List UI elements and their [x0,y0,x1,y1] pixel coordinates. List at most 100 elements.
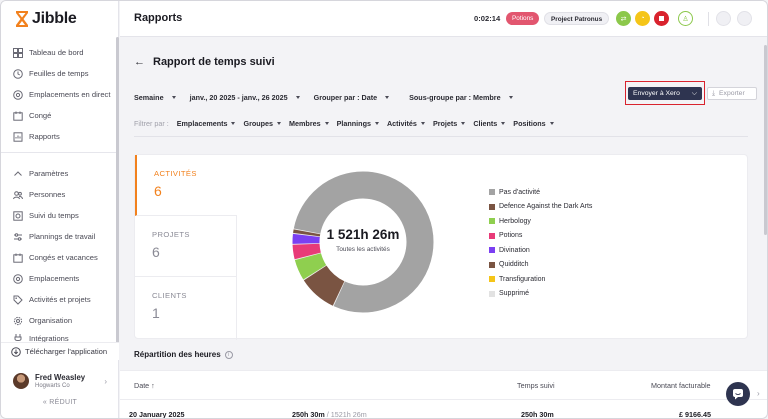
filter-members[interactable]: Membres [289,119,329,128]
tab-activities[interactable]: ACTIVITÉS 6 [135,155,237,216]
schedule-icon [13,232,23,242]
download-app-label: Télécharger l'application [25,347,108,356]
legend-item[interactable]: Defence Against the Dark Arts [489,200,592,215]
filter-activities[interactable]: Activités [387,119,425,128]
app-window: Jibble Tableau de bord Feuilles de temps… [0,0,768,419]
report-icon [13,131,23,142]
sidebar-item-dashboard[interactable]: Tableau de bord [1,42,119,63]
tab-projects[interactable]: PROJETS 6 [135,216,237,277]
sidebar-item-timesheets[interactable]: Feuilles de temps [1,63,119,84]
row-bar-text: 250h 30m / 1521h 26m [292,410,367,419]
switch-activity-icon[interactable]: ⇄ [616,11,631,26]
sidebar-item-activities-projects[interactable]: Activités et projets [1,289,119,310]
column-header-date[interactable]: Date ↑ [134,381,155,390]
location-icon [13,89,23,100]
filter-clients[interactable]: Clients [473,119,506,128]
sidebar-item-work-schedules[interactable]: Plannings de travail [1,226,119,247]
tab-count: 6 [152,244,160,260]
chevron-right-icon[interactable]: › [757,389,760,398]
sidebar-item-people[interactable]: Personnes [1,184,119,205]
jibble-logo[interactable]: Jibble [15,10,77,28]
user-profile[interactable]: Fred Weasley Hogwarts Co › [1,367,119,395]
sidebar-item-label: Congés et vacances [29,253,98,262]
legend-swatch [489,189,495,196]
tab-count: 6 [154,183,162,199]
legend-item[interactable]: Potions [489,229,592,244]
sidebar-item-locations[interactable]: Emplacements [1,268,119,289]
legend-swatch [489,290,495,297]
sidebar-item-label: Emplacements en direct [29,90,111,99]
report-header: ← Rapport de temps suivi [134,56,275,68]
pause-icon[interactable]: ◔ [635,11,650,26]
subgroup-by-select[interactable]: Sous-groupe par : Membre [409,93,513,102]
main-scrollbar[interactable] [764,45,767,235]
sidebar-item-label: Plannings de travail [29,232,96,241]
filter-projects[interactable]: Projets [433,119,466,128]
caret-down-icon [549,122,554,125]
collapse-sidebar-button[interactable]: « RÉDUIT [1,399,119,406]
back-arrow-icon[interactable]: ← [134,56,145,68]
table-header-divider [120,399,767,400]
legend-item[interactable]: Pas d'activité [489,185,592,200]
timer: 0:02:14 [474,14,501,23]
export-button[interactable]: ⤓ Exporter [707,87,757,100]
activity-tag[interactable]: Potions [506,12,540,25]
sidebar-item-holidays[interactable]: Congés et vacances [1,247,119,268]
legend-item[interactable]: Quidditch [489,258,592,273]
filter-positions[interactable]: Positions [513,119,554,128]
sidebar-item-reports[interactable]: Rapports [1,126,119,147]
info-icon[interactable]: i [224,350,233,359]
column-header-billable[interactable]: Montant facturable [651,381,711,390]
sidebar-item-label: Personnes [29,190,66,199]
location-icon [13,273,23,284]
chevron-up-icon [13,169,23,179]
gear-icon [13,316,23,326]
legend-item[interactable]: Transfiguration [489,272,592,287]
date-range-select[interactable]: janv., 20 2025 - janv., 26 2025 [190,93,300,102]
sidebar-divider [1,152,119,153]
sidebar-item-label: Feuilles de temps [29,69,89,78]
project-tag[interactable]: Project Patronus [544,12,610,25]
sidebar-item-organisation[interactable]: Organisation [1,310,119,331]
tab-clients[interactable]: CLIENTS 1 [135,277,237,338]
filter-groups[interactable]: Groupes [243,119,282,128]
caret-down-icon [231,122,236,125]
column-header-tracked[interactable]: Temps suivi [517,381,555,390]
sidebar-item-time-tracking[interactable]: Suivi du temps [1,205,119,226]
filter-label: Filtrer par : [134,119,169,128]
notifications-icon[interactable] [737,11,752,26]
report-title: Rapport de temps suivi [153,56,275,68]
group-by-select[interactable]: Grouper par : Date [314,93,390,102]
legend-item[interactable]: Supprimé [489,287,592,302]
chat-icon [733,389,743,400]
sidebar-item-settings[interactable]: Paramètres [1,163,119,184]
people-icon [13,190,23,200]
legend-swatch [489,247,495,254]
donut-caption: Toutes les activités [336,246,390,253]
sidebar-scrollbar[interactable] [116,37,119,347]
sidebar-item-label: Rapports [29,132,60,141]
legend-item[interactable]: Divination [489,243,592,258]
download-app-button[interactable]: Télécharger l'application [1,342,119,360]
legend-item[interactable]: Herbology [489,214,592,229]
filter-locations[interactable]: Emplacements [177,119,236,128]
clock-in-person-icon[interactable]: ♙ [678,11,693,26]
sidebar-item-leave[interactable]: Congé [1,105,119,126]
sidebar-item-label: Emplacements [29,274,80,283]
chat-support-button[interactable] [726,382,750,406]
filter-schedules[interactable]: Plannings [337,119,379,128]
send-to-xero-button[interactable]: Envoyer à Xero ⌵ [628,87,702,100]
row-tracked: 250h 30m [521,410,554,419]
caret-down-icon [324,122,329,125]
stop-icon[interactable] [654,11,669,26]
legend-swatch [489,261,495,268]
legend-label: Herbology [499,217,531,225]
legend-label: Quidditch [499,261,529,269]
row-date[interactable]: 20 January 2025 [129,410,185,418]
period-type-select[interactable]: Semaine [134,93,176,102]
sidebar-item-live-locations[interactable]: Emplacements en direct [1,84,119,105]
sidebar-nav-settings: Paramètres Personnes Suivi du temps Plan… [1,163,119,345]
avatar [13,373,29,389]
help-icon[interactable] [716,11,731,26]
legend-label: Divination [499,246,530,254]
